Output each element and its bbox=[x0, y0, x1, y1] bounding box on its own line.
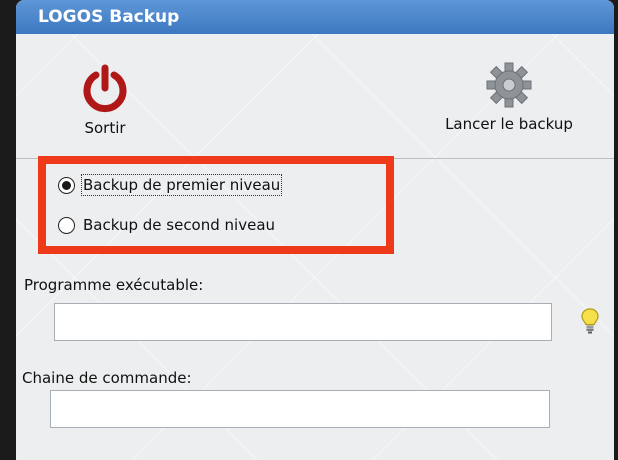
window-title: LOGOS Backup bbox=[38, 7, 180, 27]
start-backup-button-label: Lancer le backup bbox=[445, 115, 573, 133]
lightbulb-icon[interactable] bbox=[581, 308, 599, 334]
command-field-label: Chaine de commande: bbox=[22, 369, 192, 387]
command-input[interactable] bbox=[50, 390, 550, 428]
app-window: LOGOS Backup Sortir Lancer le backup Bac… bbox=[16, 0, 614, 460]
radio-selected-dot bbox=[62, 180, 71, 190]
power-icon bbox=[83, 64, 127, 113]
radio-second-level[interactable]: Backup de second niveau bbox=[58, 216, 275, 234]
radio-first-level-label[interactable]: Backup de premier niveau bbox=[80, 174, 283, 196]
program-field-label: Programme exécutable: bbox=[24, 276, 204, 294]
toolbar: Sortir Lancer le backup bbox=[16, 42, 614, 159]
backup-level-group: Backup de premier niveau Backup de secon… bbox=[38, 156, 394, 254]
radio-second-level-label[interactable]: Backup de second niveau bbox=[83, 216, 275, 234]
radio-button-selected[interactable] bbox=[58, 176, 75, 194]
exit-button-label: Sortir bbox=[84, 119, 126, 137]
gear-icon bbox=[486, 62, 532, 108]
program-input[interactable] bbox=[54, 303, 552, 341]
radio-first-level[interactable]: Backup de premier niveau bbox=[58, 174, 283, 196]
exit-button[interactable]: Sortir bbox=[60, 64, 150, 137]
radio-button-unselected[interactable] bbox=[58, 216, 75, 234]
window-titlebar[interactable]: LOGOS Backup bbox=[16, 0, 614, 34]
start-backup-button[interactable]: Lancer le backup bbox=[424, 62, 594, 133]
